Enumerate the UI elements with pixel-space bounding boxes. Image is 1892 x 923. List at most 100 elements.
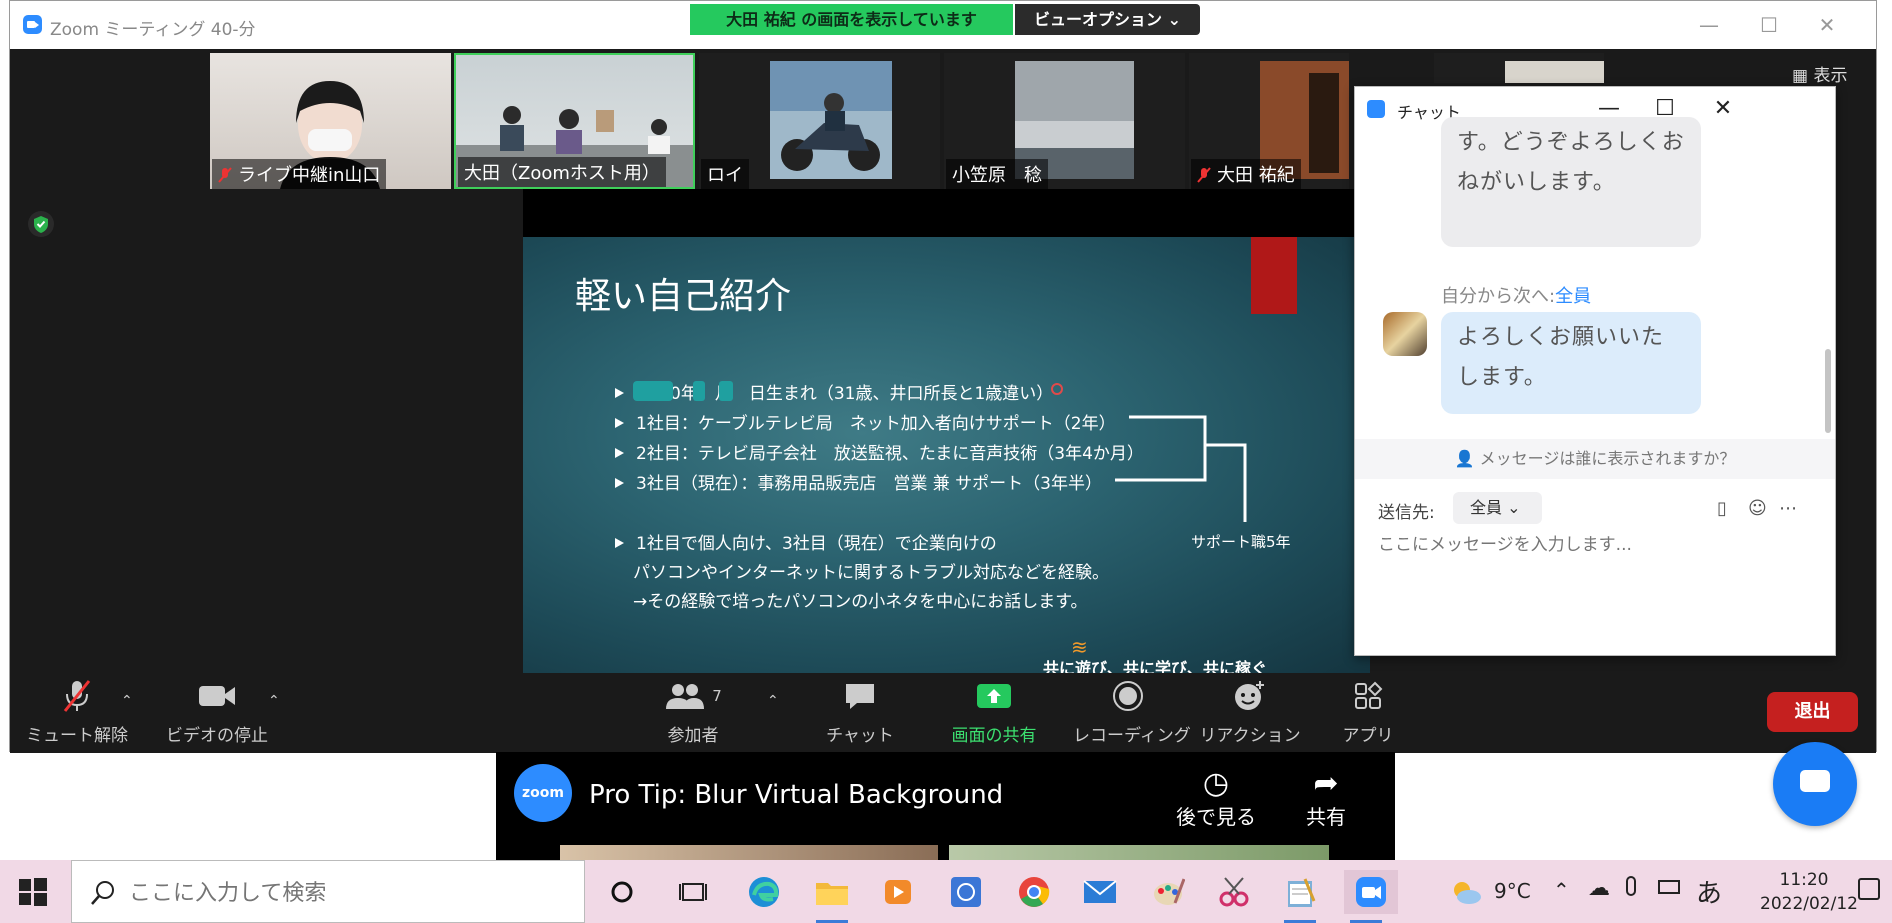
window-title: Zoom ミーティング 40-分 bbox=[50, 20, 256, 40]
visibility-text: メッセージは誰に表示されますか？ bbox=[1479, 449, 1736, 468]
video-thumbnail[interactable] bbox=[949, 845, 1329, 860]
share-button[interactable]: ➦ 共有 bbox=[1306, 766, 1346, 830]
avatar bbox=[1383, 312, 1427, 356]
close-icon[interactable]: ✕ bbox=[1815, 13, 1839, 37]
maximize-icon[interactable]: ☐ bbox=[1757, 13, 1781, 37]
record-label: レコーディング bbox=[1073, 726, 1191, 746]
meeting-toolbar: ミュート解除 ⌃ ビデオの停止 ⌃ 7 参加者 ⌃ チャット 画面の共有 レコー… bbox=[10, 673, 1876, 753]
participant-tile[interactable]: 大田（Zoomホスト用） bbox=[454, 53, 695, 189]
edge-icon[interactable] bbox=[742, 870, 786, 914]
mail-icon[interactable] bbox=[1078, 870, 1122, 914]
chat-support-button[interactable] bbox=[1773, 742, 1857, 826]
muted-mic-icon bbox=[1197, 167, 1211, 183]
task-view-icon[interactable] bbox=[671, 870, 715, 914]
send-to-label: 送信先: bbox=[1378, 503, 1435, 523]
reactions-label: リアクション bbox=[1199, 726, 1301, 746]
onedrive-cloud-icon[interactable]: ☁ bbox=[1588, 876, 1610, 901]
stop-video-button[interactable]: ビデオの停止 bbox=[162, 673, 272, 753]
slide-text-line: →その経験で培ったパソコンの小ネタを中心にお話します。 bbox=[633, 592, 1088, 612]
chevron-up-icon[interactable]: ⌃ bbox=[268, 693, 280, 709]
zoom-window: Zoom ミーティング 40-分 — ☐ ✕ 大田 祐紀 の画面を表示しています… bbox=[9, 0, 1877, 753]
bracket-label: サポート職5年 bbox=[1191, 533, 1291, 551]
message-visibility-link[interactable]: 👤 メッセージは誰に表示されますか？ bbox=[1355, 439, 1835, 479]
slide-text-line: パソコンやインターネットに関するトラブル対応などを経験。 bbox=[633, 563, 1109, 583]
participant-tile[interactable]: 小笠原 稔 bbox=[944, 53, 1185, 189]
chevron-down-icon: ⌄ bbox=[1502, 498, 1521, 517]
zoom-taskbar-icon[interactable] bbox=[1344, 870, 1398, 923]
mute-button[interactable]: ミュート解除 bbox=[22, 673, 132, 753]
close-icon[interactable]: ✕ bbox=[1709, 95, 1737, 123]
grid-icon: ▦ bbox=[1792, 66, 1814, 86]
participant-name: ロイ bbox=[701, 159, 749, 189]
apps-icon bbox=[1313, 673, 1423, 719]
video-thumbnail[interactable] bbox=[560, 845, 938, 860]
participants-button[interactable]: 7 参加者 bbox=[638, 673, 748, 753]
chat-button[interactable]: チャット bbox=[805, 673, 915, 753]
chat-message-input[interactable] bbox=[1378, 535, 1818, 555]
media-player-icon[interactable] bbox=[876, 870, 920, 914]
shared-slide: 軽い自己紹介 0年 月 日生まれ（31歳、井口所長と1歳違い） 1社目：ケーブル… bbox=[523, 237, 1370, 673]
participant-tile[interactable] bbox=[1434, 53, 1604, 83]
leave-button[interactable]: 退出 bbox=[1767, 692, 1858, 732]
zoom-channel-logo[interactable]: zoom bbox=[514, 764, 572, 822]
sender-prefix: 自分から次へ: bbox=[1441, 286, 1556, 307]
zoom-logo-icon bbox=[23, 15, 42, 34]
record-icon bbox=[1073, 673, 1183, 719]
share-label: 共有 bbox=[1306, 805, 1346, 829]
chat-bubble-icon bbox=[805, 673, 915, 719]
bullet-icon bbox=[615, 538, 624, 548]
participant-tile[interactable]: ロイ bbox=[699, 53, 940, 189]
taskbar-search[interactable] bbox=[71, 860, 585, 923]
record-button[interactable]: レコーディング bbox=[1073, 673, 1191, 753]
chevron-up-icon[interactable]: ⌃ bbox=[767, 693, 779, 709]
video-camera-icon bbox=[162, 673, 272, 719]
battery-icon[interactable] bbox=[1658, 880, 1680, 894]
sharing-banner: 大田 祐紀 の画面を表示しています bbox=[690, 4, 1013, 35]
chat-panel: チャット — ☐ ✕ す。どうぞよろしくおねがいします。 自分から次へ:全員 よ… bbox=[1354, 86, 1836, 656]
chevron-up-icon[interactable]: ⌃ bbox=[121, 693, 133, 709]
view-options-button[interactable]: ビューオプション ⌄ bbox=[1015, 4, 1200, 35]
participant-name: ライブ中継in山口 bbox=[212, 159, 387, 189]
cortana-icon[interactable] bbox=[600, 870, 644, 914]
participant-tile[interactable]: 大田 祐紀 bbox=[1189, 53, 1349, 189]
reactions-button[interactable]: リアクション bbox=[1195, 673, 1305, 753]
view-button[interactable]: ▦ 表示 bbox=[1792, 61, 1847, 86]
participant-tile[interactable]: ライブ中継in山口 bbox=[210, 53, 451, 189]
chat-scrollbar[interactable] bbox=[1825, 349, 1831, 433]
participants-count: 7 bbox=[712, 687, 722, 705]
taskbar: 9°C ⌃ ☁ あ 11:20 2022/02/12 bbox=[0, 860, 1892, 923]
ime-indicator[interactable]: あ bbox=[1696, 873, 1722, 910]
participant-name: 大田 祐紀 bbox=[1191, 159, 1301, 189]
shield-icon-graphic bbox=[34, 216, 48, 233]
search-icon bbox=[91, 881, 114, 905]
windows-start-icon[interactable] bbox=[18, 877, 48, 907]
snipping-tool-icon[interactable] bbox=[1212, 870, 1256, 914]
minimize-icon[interactable]: — bbox=[1697, 13, 1721, 37]
share-screen-button[interactable]: 画面の共有 bbox=[939, 673, 1049, 753]
watch-later-button[interactable]: ◷ 後で見る bbox=[1176, 766, 1256, 830]
microphone-icon[interactable] bbox=[1626, 876, 1636, 896]
notification-icon[interactable] bbox=[1858, 878, 1880, 900]
clock[interactable]: 11:20 2022/02/12 bbox=[1760, 868, 1858, 916]
paint-icon[interactable] bbox=[1146, 870, 1190, 914]
search-input[interactable] bbox=[129, 879, 549, 907]
sender-target: 全員 bbox=[1555, 286, 1592, 307]
chat-label: チャット bbox=[826, 726, 894, 746]
send-to-select[interactable]: 全員 ⌄ bbox=[1453, 492, 1542, 524]
share-label: 画面の共有 bbox=[951, 726, 1037, 746]
video-title[interactable]: Pro Tip: Blur Virtual Background bbox=[589, 780, 1003, 810]
chevron-up-icon[interactable]: ⌃ bbox=[1553, 878, 1570, 902]
file-icon[interactable]: ▯ bbox=[1717, 498, 1727, 519]
emoji-icon[interactable]: ☺ bbox=[1748, 498, 1767, 519]
notepad-icon[interactable] bbox=[1278, 870, 1322, 923]
more-icon[interactable]: ⋯ bbox=[1779, 498, 1797, 519]
participant-name: 小笠原 稔 bbox=[946, 159, 1048, 189]
send-to-value: 全員 bbox=[1470, 498, 1503, 517]
screenshot-tool-icon[interactable] bbox=[944, 870, 988, 914]
apps-button[interactable]: アプリ bbox=[1313, 673, 1423, 753]
muted-mic-icon bbox=[22, 673, 132, 719]
chrome-icon[interactable] bbox=[1012, 870, 1056, 914]
participant-name-text: 大田 祐紀 bbox=[1217, 165, 1295, 186]
file-explorer-icon[interactable] bbox=[810, 870, 854, 923]
encryption-shield-icon[interactable] bbox=[28, 211, 54, 237]
